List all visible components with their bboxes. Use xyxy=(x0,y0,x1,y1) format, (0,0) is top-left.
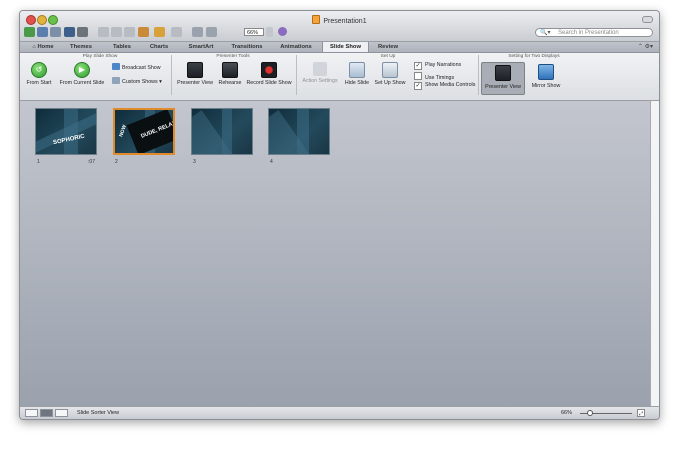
play-narrations-checkbox[interactable]: ✓ Play Narrations xyxy=(414,62,461,70)
from-start-button[interactable]: ↺ From Start xyxy=(24,62,54,86)
group-title-displays: Setting for Two Displays xyxy=(508,54,560,59)
slide-thumbnail[interactable]: SOPHORIC 1 :07 xyxy=(35,108,97,165)
save-icon[interactable] xyxy=(64,27,75,37)
presenter-view-icon xyxy=(187,62,203,78)
mirror-show-button[interactable]: Mirror Show xyxy=(525,62,567,93)
presenter-view-button[interactable]: Presenter View xyxy=(175,62,215,86)
tab-animations[interactable]: Animations xyxy=(275,42,317,52)
help-icon[interactable] xyxy=(278,27,287,36)
zoom-dropdown-icon[interactable] xyxy=(266,27,273,37)
play-icon: ▶ xyxy=(74,62,90,78)
format-painter-icon[interactable] xyxy=(138,27,149,37)
ribbon-tabs: ⌂ Home Themes Tables Charts SmartArt Tra… xyxy=(20,42,659,53)
tab-smartart[interactable]: SmartArt xyxy=(183,42,219,52)
hide-slide-icon xyxy=(349,62,365,78)
set-up-show-button[interactable]: Set Up Show xyxy=(373,62,407,86)
checkbox-checked-icon: ✓ xyxy=(414,62,422,70)
fit-to-window-icon[interactable]: ⤢ xyxy=(637,409,645,417)
slide-1-preview: SOPHORIC xyxy=(35,108,97,155)
open-icon[interactable] xyxy=(50,27,61,37)
paste-icon[interactable] xyxy=(124,27,135,37)
tab-slide-show[interactable]: Slide Show xyxy=(322,42,369,52)
new-icon[interactable] xyxy=(24,27,35,37)
slide-timing: :07 xyxy=(88,159,95,165)
use-timings-checkbox[interactable]: Use Timings xyxy=(414,72,454,81)
play-from-start-icon: ↺ xyxy=(31,62,47,78)
separator xyxy=(296,55,297,95)
show-media-controls-checkbox[interactable]: ✓ Show Media Controls xyxy=(414,82,475,90)
toolbox-icon[interactable] xyxy=(192,27,203,37)
tab-review[interactable]: Review xyxy=(371,42,405,52)
slide-sorter-pane[interactable]: SOPHORIC 1 :07 DUDE, RELAX NOW 2 3 4 xyxy=(20,101,653,409)
slide-thumbnail-selected[interactable]: DUDE, RELAX NOW 2 xyxy=(113,108,175,165)
slide-sorter-view-button[interactable] xyxy=(40,409,53,417)
slide-thumbnail[interactable]: 3 xyxy=(191,108,253,165)
set-up-show-icon xyxy=(382,62,398,78)
tab-themes[interactable]: Themes xyxy=(65,42,97,52)
action-settings-button[interactable]: Action Settings xyxy=(300,62,340,84)
two-displays-group: Presenter View Mirror Show xyxy=(479,62,589,95)
ribbon: Play Slide Show ↺ From Start ▶ From Curr… xyxy=(20,53,659,101)
document-icon xyxy=(312,15,321,24)
tab-charts[interactable]: Charts xyxy=(144,42,174,52)
custom-shows-icon xyxy=(112,77,120,84)
undo-icon[interactable] xyxy=(154,27,165,37)
record-slide-show-button[interactable]: Record Slide Show xyxy=(246,62,292,86)
copy-icon[interactable] xyxy=(111,27,122,37)
mirror-show-icon xyxy=(538,64,554,80)
toolbar-toggle-button[interactable] xyxy=(642,16,653,23)
group-title-play: Play Slide Show xyxy=(82,54,118,59)
slide-number: 2 xyxy=(115,159,118,165)
app-window: Presentation1 66% 🔍▾ Search in Presentat… xyxy=(19,10,660,420)
rehearse-icon xyxy=(222,62,238,78)
ribbon-options-icon[interactable]: ⌃ ⚙▾ xyxy=(638,42,653,52)
search-field[interactable]: 🔍▾ Search in Presentation xyxy=(535,28,653,37)
media-browser-icon[interactable] xyxy=(206,27,217,37)
slide-2-side-text: NOW xyxy=(118,124,129,138)
print-icon[interactable] xyxy=(77,27,88,37)
zoom-field[interactable]: 66% xyxy=(244,28,264,36)
slide-3-preview xyxy=(191,108,253,155)
normal-view-button[interactable] xyxy=(25,409,38,417)
group-title-presenter: Presenter Tools xyxy=(216,54,250,59)
checkbox-unchecked-icon xyxy=(414,72,422,80)
separator xyxy=(171,55,172,95)
tab-home[interactable]: ⌂ Home xyxy=(26,42,60,52)
rehearse-button[interactable]: Rehearse xyxy=(217,62,243,86)
hide-slide-button[interactable]: Hide Slide xyxy=(343,62,371,86)
from-current-slide-button[interactable]: ▶ From Current Slide xyxy=(58,62,106,86)
window-title: Presentation1 xyxy=(20,15,659,25)
view-name-label: Slide Sorter View xyxy=(77,410,120,416)
tab-tables[interactable]: Tables xyxy=(107,42,137,52)
slide-2-preview: DUDE, RELAX NOW xyxy=(113,108,175,155)
group-title-setup: Set Up xyxy=(380,54,396,59)
zoom-slider-knob[interactable] xyxy=(587,410,593,416)
record-icon xyxy=(261,62,277,78)
tab-transitions[interactable]: Transitions xyxy=(226,42,268,52)
slide-thumbnail[interactable]: 4 xyxy=(268,108,330,165)
broadcast-icon xyxy=(112,63,120,70)
slide-number: 3 xyxy=(193,159,196,165)
checkbox-checked-icon: ✓ xyxy=(414,82,422,90)
status-bar: Slide Sorter View 66% ⤢ xyxy=(20,406,659,419)
slide-number: 4 xyxy=(270,159,273,165)
cut-icon[interactable] xyxy=(98,27,109,37)
custom-shows-button[interactable]: Custom Shows ▾ xyxy=(112,77,162,85)
gallery-icon[interactable] xyxy=(37,27,48,37)
slide-4-preview xyxy=(268,108,330,155)
zoom-percent: 66% xyxy=(561,410,573,416)
display-presenter-view-button[interactable]: Presenter View xyxy=(481,62,525,95)
action-settings-icon xyxy=(313,62,327,76)
redo-icon[interactable] xyxy=(171,27,182,37)
title-bar: Presentation1 66% 🔍▾ Search in Presentat… xyxy=(20,11,659,42)
vertical-scrollbar[interactable] xyxy=(650,101,659,409)
search-icon: 🔍▾ xyxy=(540,30,551,36)
slide-show-view-button[interactable] xyxy=(55,409,68,417)
slide-number: 1 xyxy=(37,159,40,165)
presenter-view-icon xyxy=(495,65,511,81)
broadcast-show-button[interactable]: Broadcast Show xyxy=(112,63,161,71)
